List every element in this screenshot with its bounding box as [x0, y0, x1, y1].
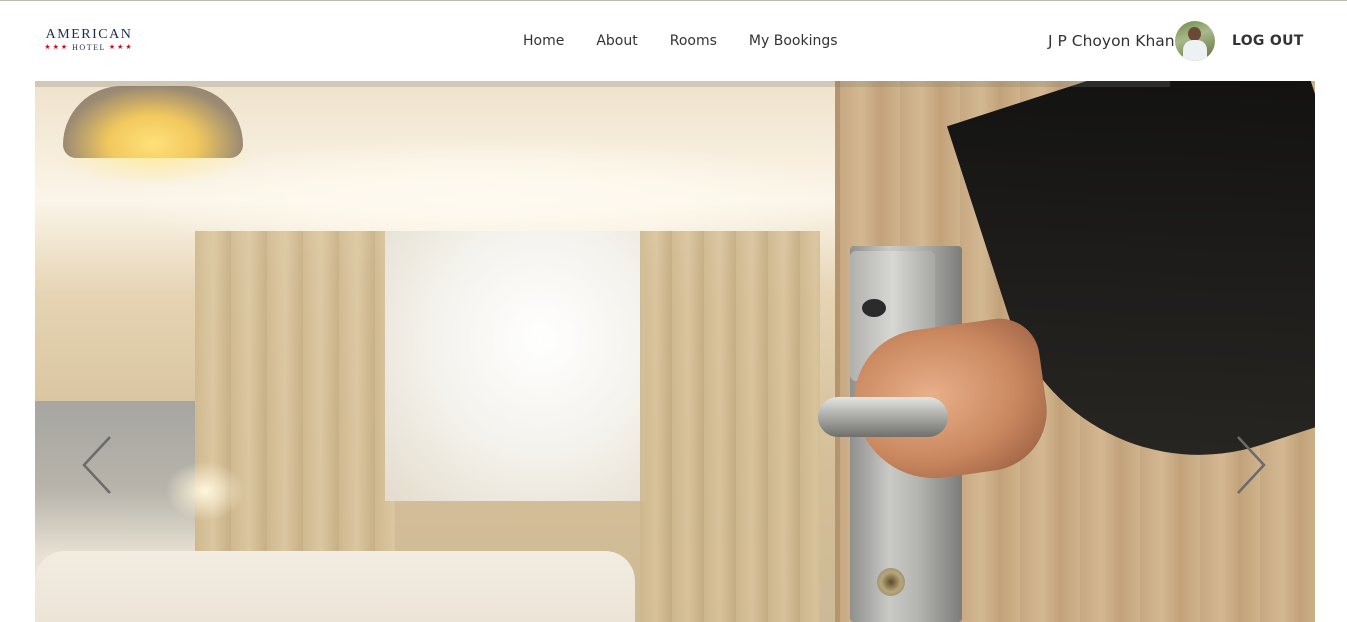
avatar-body	[1183, 40, 1207, 61]
hero-carousel	[35, 81, 1315, 622]
carousel-next-button[interactable]	[1230, 430, 1270, 500]
logo-subtitle: HOTEL	[72, 43, 106, 52]
nav-home[interactable]: Home	[507, 32, 580, 50]
chevron-right-icon	[1237, 436, 1266, 494]
logo-stars-left: ★★★	[44, 44, 70, 51]
main-nav: Home About Rooms My Bookings	[507, 32, 854, 50]
nav-my-bookings[interactable]: My Bookings	[733, 32, 854, 50]
chevron-left-icon	[82, 436, 111, 494]
carousel-prev-button[interactable]	[78, 430, 118, 500]
user-name[interactable]: J P Choyon Khan	[1048, 31, 1175, 51]
logo-title: AMERICAN	[45, 27, 133, 42]
logo-subline: ★★★ HOTEL ★★★	[44, 43, 134, 53]
avatar-head	[1188, 27, 1201, 41]
ceiling-lamp	[63, 86, 243, 158]
site-logo[interactable]: AMERICAN ★★★ HOTEL ★★★	[44, 28, 134, 56]
nav-rooms[interactable]: Rooms	[654, 32, 733, 50]
user-avatar[interactable]	[1175, 21, 1215, 61]
door-handle	[818, 397, 948, 437]
logo-stars-right: ★★★	[108, 44, 134, 51]
logout-button[interactable]: LOG OUT	[1232, 32, 1304, 50]
nav-about[interactable]: About	[580, 32, 653, 50]
site-header: AMERICAN ★★★ HOTEL ★★★ Home About Rooms …	[0, 1, 1347, 81]
